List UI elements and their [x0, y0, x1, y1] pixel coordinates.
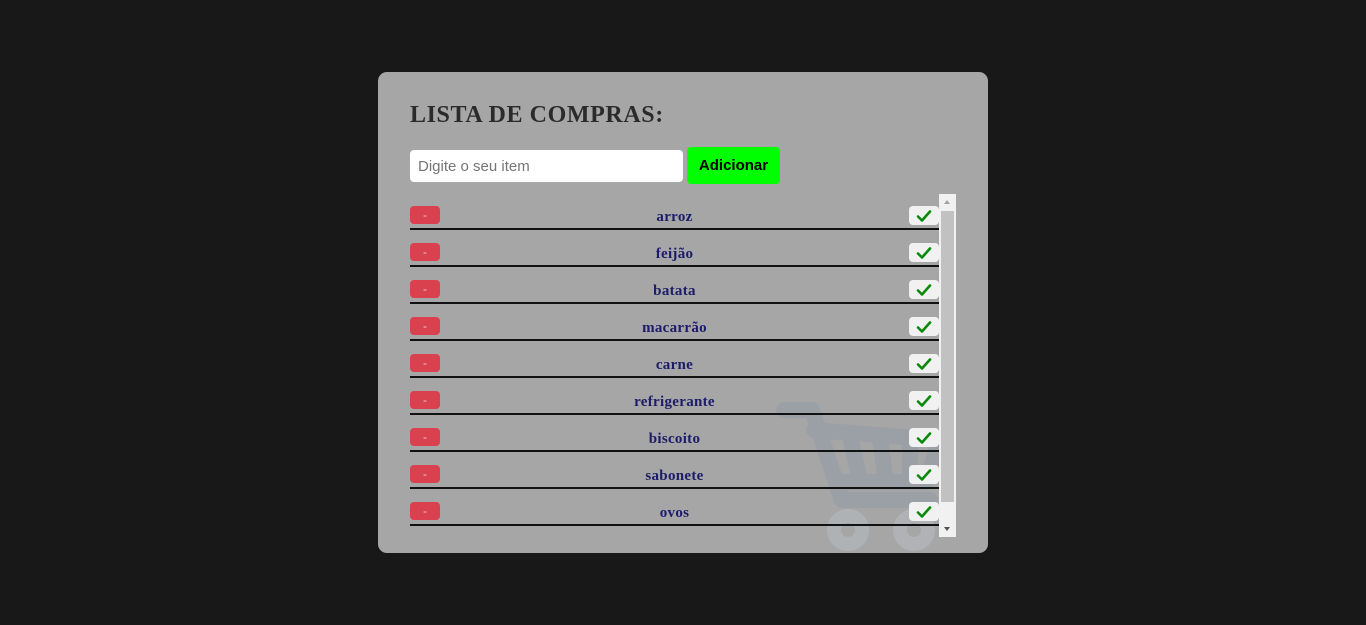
item-name: macarrão — [642, 320, 707, 336]
check-item-button[interactable] — [909, 428, 939, 447]
scroll-down-arrow-icon[interactable] — [939, 521, 956, 537]
checkmark-icon — [916, 395, 932, 407]
check-item-button[interactable] — [909, 280, 939, 299]
item-underline — [410, 376, 939, 378]
scroll-thumb[interactable] — [941, 211, 954, 502]
list-item: - carne — [410, 342, 939, 379]
item-underline — [410, 339, 939, 341]
item-underline — [410, 413, 939, 415]
item-input[interactable] — [410, 150, 683, 182]
item-name: ovos — [659, 505, 690, 521]
checkmark-icon — [916, 506, 932, 518]
list-item: - macarrão — [410, 305, 939, 342]
item-name: carne — [655, 357, 694, 373]
checkmark-icon — [916, 432, 932, 444]
page-title: LISTA DE COMPRAS: — [410, 102, 664, 128]
item-underline — [410, 228, 939, 230]
item-name: feijão — [655, 246, 694, 262]
list-item: - refrigerante — [410, 379, 939, 416]
check-item-button[interactable] — [909, 206, 939, 225]
item-underline — [410, 265, 939, 267]
item-underline — [410, 450, 939, 452]
list-item: - batata — [410, 268, 939, 305]
item-name: batata — [653, 283, 696, 299]
checkmark-icon — [916, 321, 932, 333]
shopping-list: - arroz - feijão - batata - macarrão - carne - refr… — [410, 194, 939, 537]
check-item-button[interactable] — [909, 391, 939, 410]
list-scrollbar[interactable] — [939, 194, 956, 537]
item-name: sabonete — [645, 468, 704, 484]
checkmark-icon — [916, 210, 932, 222]
item-underline — [410, 524, 939, 526]
shopping-list-card: LISTA DE COMPRAS: Adicionar -arroz-feijã… — [378, 72, 988, 553]
item-underline — [410, 302, 939, 304]
check-item-button[interactable] — [909, 317, 939, 336]
scroll-up-arrow-icon[interactable] — [939, 194, 956, 210]
item-name: arroz — [656, 209, 693, 225]
list-item: - feijão — [410, 231, 939, 268]
item-name: refrigerante — [634, 394, 715, 410]
checkmark-icon — [916, 469, 932, 481]
checkmark-icon — [916, 284, 932, 296]
add-button[interactable]: Adicionar — [687, 147, 780, 184]
item-name: biscoito — [648, 431, 701, 447]
check-item-button[interactable] — [909, 354, 939, 373]
checkmark-icon — [916, 358, 932, 370]
list-item: - biscoito — [410, 416, 939, 453]
checkmark-icon — [916, 247, 932, 259]
check-item-button[interactable] — [909, 465, 939, 484]
list-item: - sabonete — [410, 453, 939, 490]
check-item-button[interactable] — [909, 243, 939, 262]
list-item: - ovos — [410, 490, 939, 527]
check-item-button[interactable] — [909, 502, 939, 521]
item-underline — [410, 487, 939, 489]
list-item: - arroz — [410, 194, 939, 231]
